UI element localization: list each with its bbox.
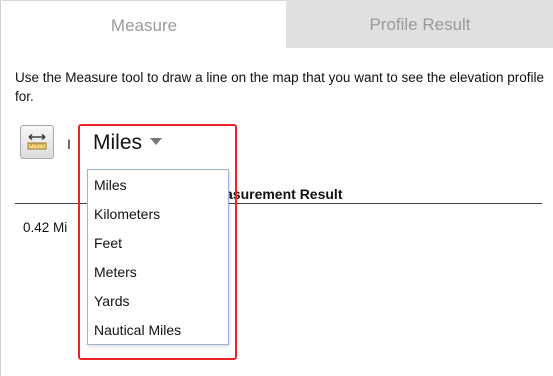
units-selected-value: Miles <box>93 131 143 154</box>
units-option-nautical-miles[interactable]: Nautical Miles <box>94 322 181 338</box>
measurement-result-header: asurement Result <box>225 186 343 202</box>
units-option-kilometers[interactable]: Kilometers <box>94 206 160 222</box>
units-dropdown-list: Miles Kilometers Feet Meters Yards Nauti… <box>87 169 229 345</box>
units-option-meters[interactable]: Meters <box>94 264 137 280</box>
tab-bar: Measure Profile Result <box>2 0 553 48</box>
units-option-yards[interactable]: Yards <box>94 293 130 309</box>
tab-measure[interactable]: Measure <box>2 0 286 48</box>
units-option-feet[interactable]: Feet <box>94 235 122 251</box>
units-select[interactable]: Miles <box>93 131 163 157</box>
tab-profile-result[interactable]: Profile Result <box>286 0 553 48</box>
units-option-miles[interactable]: Miles <box>94 177 127 193</box>
measure-panel: Measure Profile Result Use the Measure t… <box>0 0 553 376</box>
measurement-result-value: 0.42 Mi <box>23 220 68 235</box>
ruler-distance-icon <box>27 133 47 150</box>
chevron-down-icon <box>150 137 163 145</box>
hidden-label-fragment: I <box>67 136 71 152</box>
measure-distance-button[interactable] <box>20 125 54 159</box>
instructions-text: Use the Measure tool to draw a line on t… <box>15 70 545 104</box>
